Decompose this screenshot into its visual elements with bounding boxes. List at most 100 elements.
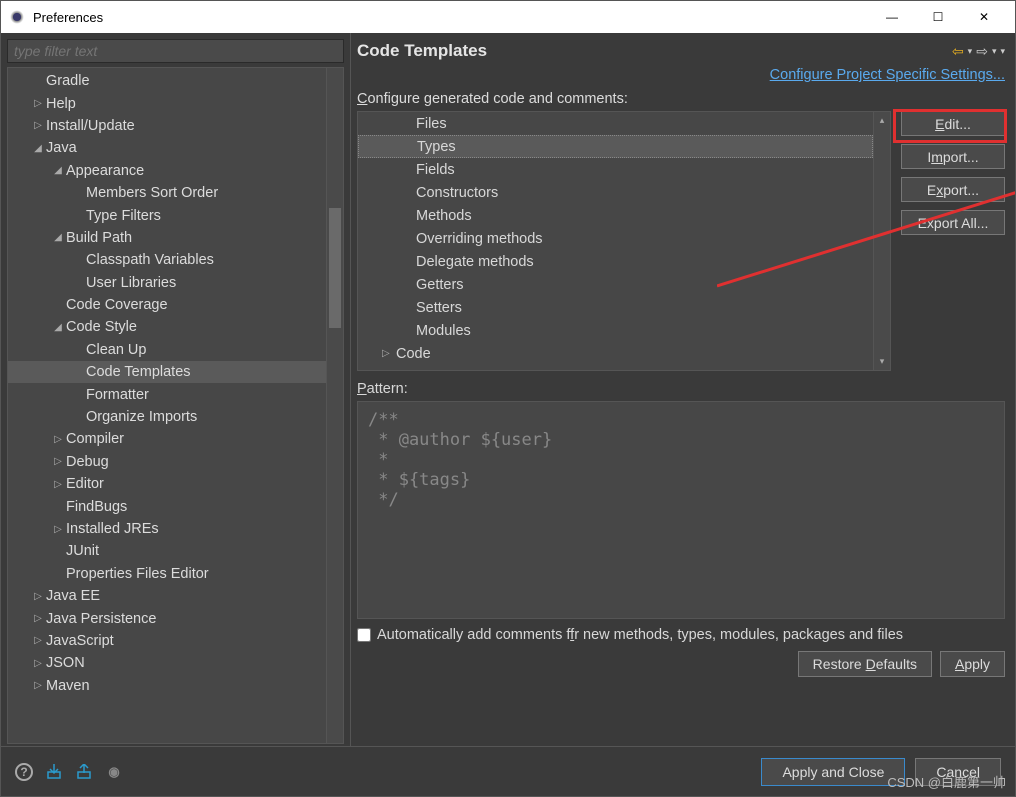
tree-item[interactable]: Formatter (8, 383, 326, 405)
forward-drop-icon[interactable]: ▾ (992, 46, 997, 57)
expand-icon[interactable]: ▷ (52, 479, 64, 490)
expand-icon[interactable]: ▷ (32, 120, 44, 131)
tree-item[interactable]: User Libraries (8, 272, 326, 294)
import-prefs-icon[interactable] (45, 763, 63, 781)
close-button[interactable]: ✕ (961, 1, 1007, 33)
menu-drop-icon[interactable]: ▾ (1000, 46, 1005, 57)
expand-icon[interactable]: ▷ (32, 658, 44, 669)
template-item[interactable]: ▷Code (358, 342, 873, 365)
tree-item[interactable]: ▷Help (8, 92, 326, 114)
template-tree[interactable]: FilesTypesFieldsConstructors Methods Overr… (357, 111, 891, 371)
tree-item-label: Editor (66, 476, 104, 492)
expand-icon[interactable]: ▷ (32, 98, 44, 109)
tree-item[interactable]: ▷Java Persistence (8, 607, 326, 629)
tree-item[interactable]: ▷Installed JREs (8, 518, 326, 540)
template-item[interactable]: Overriding methods (358, 227, 873, 250)
restore-defaults-button[interactable]: Restore Defaults (798, 651, 932, 677)
tree-item-label: Java (46, 140, 77, 156)
forward-icon[interactable]: ⇨ (976, 43, 988, 60)
bottom-buttons: Restore Defaults Apply (357, 651, 1005, 677)
template-item[interactable]: Setters (358, 296, 873, 319)
back-drop-icon[interactable]: ▾ (968, 46, 973, 57)
minimize-button[interactable]: — (869, 1, 915, 33)
expand-icon[interactable]: ◢ (52, 322, 64, 333)
oomph-icon[interactable]: ◉ (105, 763, 123, 781)
maximize-button[interactable]: ☐ (915, 1, 961, 33)
template-scrollbar[interactable]: ▴ ▾ (873, 112, 890, 370)
tree-item[interactable]: Code Coverage (8, 294, 326, 316)
tree-item[interactable]: ▷Install/Update (8, 115, 326, 137)
scroll-down-icon[interactable]: ▾ (874, 353, 890, 370)
export-prefs-icon[interactable] (75, 763, 93, 781)
tree-scrollbar[interactable] (326, 68, 343, 743)
project-settings-link[interactable]: Configure Project Specific Settings... (770, 67, 1005, 83)
back-icon[interactable]: ⇦ (952, 43, 964, 60)
apply-button[interactable]: Apply (940, 651, 1005, 677)
tree-item[interactable]: Type Filters (8, 204, 326, 226)
template-item[interactable]: Fields (358, 158, 873, 181)
import-button[interactable]: Import... (901, 144, 1005, 169)
export-all-button[interactable]: Export All... (901, 210, 1005, 235)
help-icon[interactable]: ? (15, 763, 33, 781)
template-item[interactable]: Getters (358, 273, 873, 296)
expand-icon[interactable]: ▷ (52, 434, 64, 445)
expand-icon[interactable]: ◢ (52, 165, 64, 176)
preference-tree[interactable]: Gradle▷Help▷Install/Update◢Java◢Appearan… (8, 68, 326, 743)
body: Gradle▷Help▷Install/Update◢Java◢Appearan… (1, 33, 1015, 746)
expand-icon[interactable]: ▷ (52, 456, 64, 467)
template-item[interactable]: Modules (358, 319, 873, 342)
auto-comments-checkbox[interactable] (357, 628, 371, 642)
tree-item[interactable]: Members Sort Order (8, 182, 326, 204)
tree-item-label: Compiler (66, 431, 124, 447)
expand-icon[interactable]: ▷ (32, 635, 44, 646)
filter-input[interactable] (7, 39, 344, 63)
tree-item[interactable]: JUnit (8, 540, 326, 562)
apply-close-button[interactable]: Apply and Close (761, 758, 905, 786)
template-item[interactable]: Methods (358, 204, 873, 227)
sidebar: Gradle▷Help▷Install/Update◢Java◢Appearan… (1, 33, 351, 746)
tree-item-label: Properties Files Editor (66, 566, 209, 582)
scroll-up-icon[interactable]: ▴ (874, 112, 890, 129)
expand-icon[interactable]: ◢ (32, 143, 44, 154)
cancel-button[interactable]: Cancel (915, 758, 1001, 786)
tree-item[interactable]: ▷Java EE (8, 585, 326, 607)
main-panel: Code Templates ⇦ ▾ ⇨ ▾ ▾ Configure Proje… (351, 33, 1015, 746)
tree-item[interactable]: Organize Imports (8, 406, 326, 428)
tree-item[interactable]: Classpath Variables (8, 249, 326, 271)
tree-item-label: Help (46, 96, 76, 112)
export-button[interactable]: Export... (901, 177, 1005, 202)
tree-item[interactable]: Clean Up (8, 339, 326, 361)
template-item[interactable]: Files (358, 112, 873, 135)
tree-item[interactable]: Code Templates (8, 361, 326, 383)
nav-icons: ⇦ ▾ ⇨ ▾ ▾ (952, 43, 1005, 60)
tree-item[interactable]: ▷JavaScript (8, 630, 326, 652)
expand-icon[interactable]: ▷ (32, 613, 44, 624)
template-item[interactable]: Constructors (358, 181, 873, 204)
tree-item[interactable]: ▷Compiler (8, 428, 326, 450)
scrollbar-thumb[interactable] (329, 208, 341, 328)
expand-icon[interactable]: ▷ (32, 591, 44, 602)
expand-icon[interactable]: ▷ (32, 680, 44, 691)
tree-item-label: Java Persistence (46, 611, 156, 627)
tree-item[interactable]: Properties Files Editor (8, 563, 326, 585)
window-title: Preferences (33, 10, 869, 25)
tree-item[interactable]: ◢Build Path (8, 227, 326, 249)
tree-item[interactable]: ▷JSON (8, 652, 326, 674)
template-item-label: Methods (416, 208, 472, 224)
expand-icon[interactable]: ◢ (52, 232, 64, 243)
tree-item[interactable]: ▷Debug (8, 451, 326, 473)
tree-item-label: Install/Update (46, 118, 135, 134)
tree-item-label: Classpath Variables (86, 252, 214, 268)
tree-item[interactable]: Gradle (8, 70, 326, 92)
tree-item[interactable]: ◢Code Style (8, 316, 326, 338)
template-item[interactable]: Delegate methods (358, 250, 873, 273)
tree-item[interactable]: FindBugs (8, 495, 326, 517)
template-item[interactable]: Types (358, 135, 873, 158)
edit-button[interactable]: Edit... (901, 111, 1005, 136)
tree-item[interactable]: ▷Maven (8, 675, 326, 697)
expand-icon[interactable]: ▷ (382, 348, 394, 359)
expand-icon[interactable]: ▷ (52, 524, 64, 535)
tree-item[interactable]: ◢Java (8, 137, 326, 159)
tree-item[interactable]: ◢Appearance (8, 160, 326, 182)
tree-item[interactable]: ▷Editor (8, 473, 326, 495)
